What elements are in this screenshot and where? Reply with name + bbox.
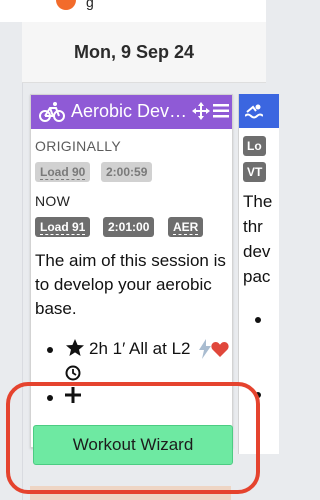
star-icon[interactable] — [65, 338, 85, 358]
next-desc-fragment: pac — [243, 267, 271, 286]
now-type-text: AER — [173, 220, 199, 235]
clock-icon[interactable] — [65, 365, 81, 381]
now-duration-badge: 2:01:00 — [103, 217, 155, 237]
heart-icon — [211, 342, 229, 357]
day-date: Mon, 9 Sep 24 — [74, 42, 195, 62]
next-desc-fragment: The — [243, 192, 273, 211]
menu-icon[interactable] — [213, 104, 229, 118]
originally-label: ORIGINALLY — [35, 138, 121, 154]
bike-icon — [39, 102, 65, 122]
user-avatar[interactable] — [56, 0, 76, 10]
list-bullet — [47, 347, 53, 353]
highlight-annotation — [6, 382, 260, 494]
next-type-badge: VT — [243, 162, 267, 182]
workout-card-header[interactable]: Aerobic Dev… — [31, 95, 232, 129]
step-text: 2h 1′ All at L2 — [89, 339, 191, 358]
now-load-badge: Load 91 — [35, 217, 91, 237]
originally-load-badge: Load 90 — [35, 162, 91, 182]
next-desc-fragment: dev — [243, 242, 271, 261]
now-type-badge: AER — [168, 217, 204, 237]
now-label: NOW — [35, 193, 71, 209]
originally-load-text: Load 90 — [40, 165, 86, 180]
day-header: Mon, 9 Sep 24 — [22, 22, 266, 83]
toolbar-text-fragment: g — [86, 0, 94, 10]
list-bullet — [255, 317, 261, 323]
next-workout-card-header[interactable] — [239, 94, 279, 128]
move-icon[interactable] — [191, 101, 211, 121]
swim-icon — [245, 104, 263, 119]
now-load-text: Load 91 — [40, 220, 86, 235]
workout-description: The aim of this session is to develop yo… — [35, 251, 226, 318]
workout-title: Aerobic Dev… — [71, 101, 188, 121]
bolt-icon — [199, 339, 211, 359]
next-desc-fragment: thr — [243, 217, 263, 236]
top-toolbar: g — [0, 0, 266, 23]
originally-duration-badge: 2:00:59 — [101, 162, 153, 182]
next-load-badge: Lo — [243, 136, 266, 156]
